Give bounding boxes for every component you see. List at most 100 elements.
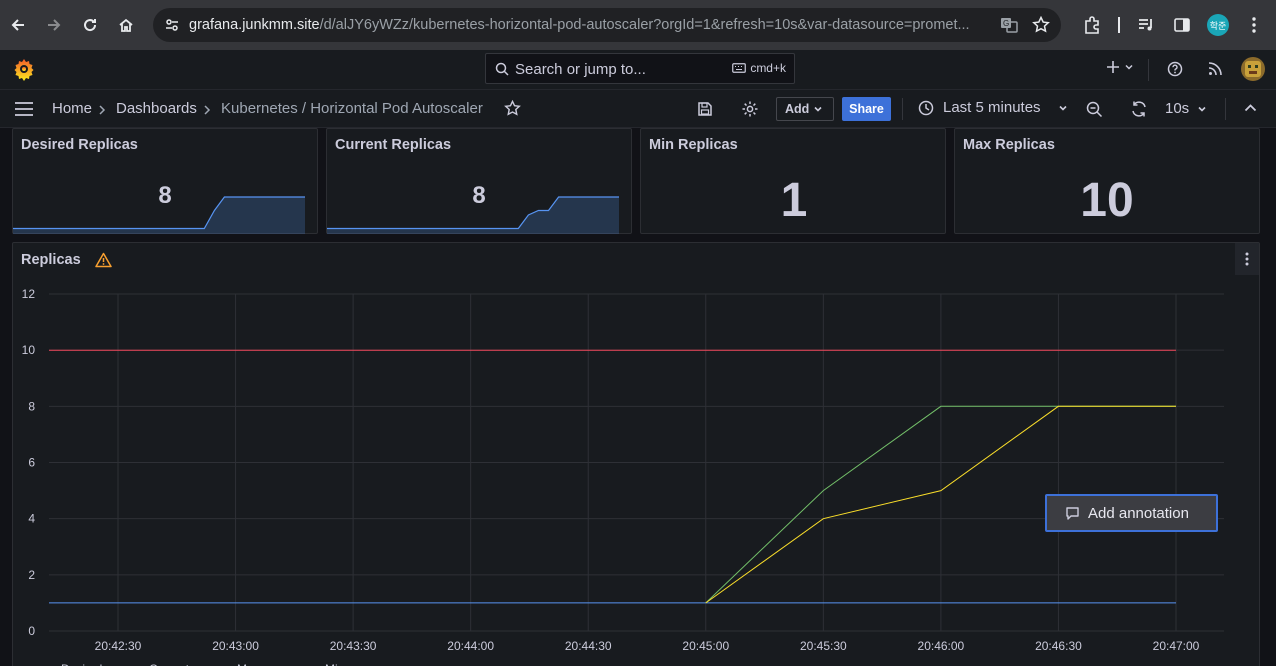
legend-label: Max bbox=[237, 662, 260, 666]
time-series-chart[interactable]: 0 2 4 6 8 10 12 20:42:30 20:43:00 20:43:30 20:44:0… bbox=[13, 243, 1259, 666]
site-info-icon[interactable] bbox=[165, 18, 179, 32]
breadcrumb-dashboards[interactable]: Dashboards bbox=[116, 100, 197, 117]
dashboard-toolbar: Home Dashboards Kubernetes / Horizontal … bbox=[0, 90, 1276, 128]
stat-value: 8 bbox=[472, 182, 486, 209]
comment-icon bbox=[1066, 506, 1079, 520]
user-avatar[interactable] bbox=[1241, 57, 1265, 81]
chevron-up-icon[interactable] bbox=[1244, 103, 1257, 113]
profile-button[interactable]: 학준 bbox=[1200, 7, 1236, 43]
breadcrumb-current: Kubernetes / Horizontal Pod Autoscaler bbox=[221, 100, 483, 117]
panel-title: Min Replicas bbox=[649, 137, 738, 153]
time-range-label: Last 5 minutes bbox=[943, 99, 1041, 116]
refresh-interval-label: 10s bbox=[1165, 100, 1190, 117]
url-path: /d/alJY6yWZz/kubernetes-horizontal-pod-a… bbox=[319, 17, 970, 33]
more-vertical-icon bbox=[1252, 17, 1256, 33]
zoom-out-icon[interactable] bbox=[1086, 101, 1103, 118]
extensions-button[interactable] bbox=[1074, 7, 1110, 43]
chevron-right-icon bbox=[204, 105, 211, 115]
y-tick-label: 6 bbox=[28, 456, 35, 470]
side-panel-button[interactable] bbox=[1164, 7, 1200, 43]
forward-button[interactable] bbox=[36, 7, 72, 43]
replicas-panel[interactable]: Replicas 0 2 4 6 8 10 12 20:42:30 20:43:00 20:43:… bbox=[12, 242, 1260, 666]
back-button[interactable] bbox=[0, 7, 36, 43]
chevron-right-icon bbox=[99, 105, 106, 115]
toolbar-divider bbox=[902, 98, 903, 120]
side-panel-icon bbox=[1174, 18, 1190, 32]
stat-panel-min[interactable]: Min Replicas 1 bbox=[640, 128, 946, 234]
translate-icon[interactable]: G bbox=[1000, 16, 1018, 34]
legend-label: Desired bbox=[61, 662, 102, 666]
add-annotation-button[interactable]: Add annotation bbox=[1045, 494, 1218, 532]
forward-arrow-icon bbox=[48, 19, 61, 31]
address-bar[interactable]: grafana.junkmm.site/d/alJY6yWZz/kubernet… bbox=[153, 8, 1061, 42]
media-button[interactable] bbox=[1128, 7, 1164, 43]
stat-value: 8 bbox=[158, 182, 172, 209]
x-tick-label: 20:43:30 bbox=[330, 639, 377, 653]
stat-value: 10 bbox=[1080, 174, 1134, 227]
favorite-star-icon[interactable] bbox=[504, 100, 521, 117]
queue-music-icon bbox=[1139, 19, 1152, 31]
grafana-top-nav: Search or jump to... cmd+k bbox=[0, 50, 1276, 90]
browser-menu-button[interactable] bbox=[1236, 7, 1272, 43]
home-button[interactable] bbox=[108, 7, 144, 43]
y-tick-label: 12 bbox=[22, 287, 36, 301]
shortcut-label: cmd+k bbox=[750, 61, 786, 75]
x-tick-label: 20:46:00 bbox=[918, 639, 965, 653]
url-host: grafana.junkmm.site bbox=[189, 17, 320, 33]
reload-button[interactable] bbox=[72, 7, 108, 43]
chevron-down-icon bbox=[1125, 64, 1133, 70]
clock-icon bbox=[918, 100, 934, 115]
svg-text:G: G bbox=[1003, 19, 1009, 28]
stat-panel-current[interactable]: Current Replicas 8 bbox=[326, 128, 632, 234]
x-tick-label: 20:43:00 bbox=[212, 639, 259, 653]
refresh-interval-picker[interactable]: 10s bbox=[1165, 100, 1207, 117]
share-button[interactable]: Share bbox=[842, 97, 891, 121]
x-tick-label: 20:45:00 bbox=[682, 639, 729, 653]
save-icon[interactable] bbox=[697, 101, 713, 117]
y-tick-label: 4 bbox=[28, 512, 35, 526]
legend-label: Min bbox=[325, 662, 344, 666]
x-tick-label: 20:44:30 bbox=[565, 639, 612, 653]
x-tick-label: 20:42:30 bbox=[95, 639, 142, 653]
plus-icon bbox=[1107, 61, 1119, 73]
settings-gear-icon[interactable] bbox=[741, 100, 759, 118]
x-tick-label: 20:46:30 bbox=[1035, 639, 1082, 653]
news-rss-icon[interactable] bbox=[1207, 61, 1223, 77]
x-tick-label: 20:47:00 bbox=[1153, 639, 1200, 653]
search-placeholder: Search or jump to... bbox=[515, 61, 646, 78]
grafana-logo-icon[interactable] bbox=[12, 57, 36, 81]
browser-toolbar: grafana.junkmm.site/d/alJY6yWZz/kubernet… bbox=[0, 0, 1276, 50]
panel-title: Max Replicas bbox=[963, 137, 1055, 153]
shortcut-hint: cmd+k bbox=[732, 61, 786, 75]
reload-icon bbox=[84, 19, 97, 32]
add-annotation-label: Add annotation bbox=[1088, 504, 1189, 522]
help-icon[interactable] bbox=[1167, 61, 1183, 77]
refresh-icon[interactable] bbox=[1130, 100, 1148, 118]
x-tick-label: 20:45:30 bbox=[800, 639, 847, 653]
nav-divider bbox=[1148, 59, 1149, 81]
stat-panel-desired[interactable]: Desired Replicas 8 bbox=[12, 128, 318, 234]
toolbar-divider bbox=[1225, 98, 1226, 120]
chevron-down-icon bbox=[814, 106, 822, 112]
search-icon bbox=[495, 62, 509, 76]
toolbar-divider bbox=[1118, 17, 1120, 33]
y-tick-label: 8 bbox=[28, 399, 35, 413]
bookmark-star-icon[interactable] bbox=[1032, 16, 1050, 34]
menu-hamburger-icon[interactable] bbox=[14, 101, 34, 117]
puzzle-icon bbox=[1085, 16, 1099, 34]
stat-value: 1 bbox=[780, 174, 808, 227]
chevron-down-icon bbox=[1198, 106, 1206, 112]
breadcrumb-home[interactable]: Home bbox=[52, 100, 92, 117]
search-bar[interactable]: Search or jump to... cmd+k bbox=[485, 53, 795, 84]
panel-title: Desired Replicas bbox=[21, 137, 138, 153]
home-icon bbox=[119, 18, 133, 32]
x-tick-label: 20:44:00 bbox=[447, 639, 494, 653]
time-range-picker[interactable]: Last 5 minutes bbox=[918, 99, 1068, 116]
panel-title: Current Replicas bbox=[335, 137, 452, 153]
add-button-label: Add bbox=[785, 102, 810, 116]
y-tick-label: 0 bbox=[28, 624, 35, 638]
y-tick-label: 2 bbox=[28, 568, 35, 582]
add-button[interactable]: Add bbox=[776, 97, 834, 121]
new-menu-button[interactable] bbox=[1106, 60, 1134, 74]
stat-panel-max[interactable]: Max Replicas 10 bbox=[954, 128, 1260, 234]
